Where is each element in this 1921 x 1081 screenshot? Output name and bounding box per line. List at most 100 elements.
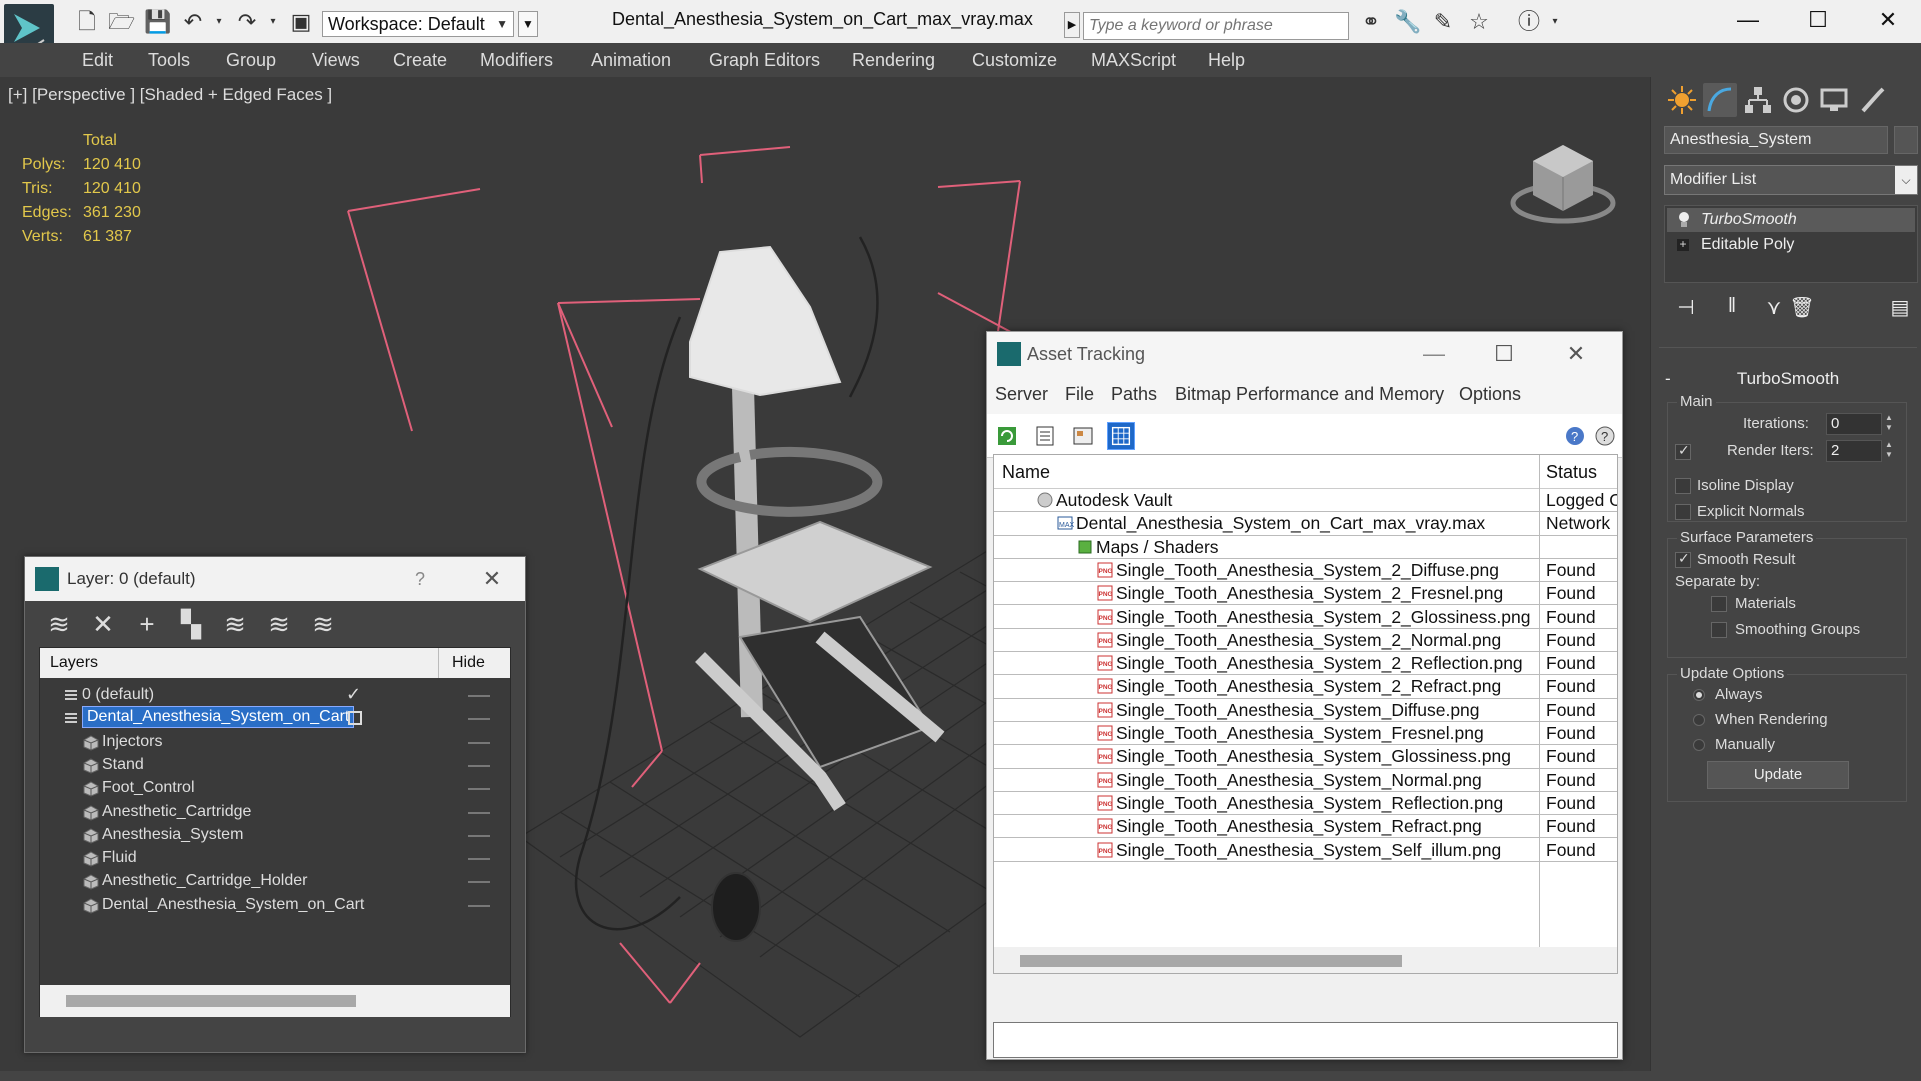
asset-row[interactable]: PNG Single_Tooth_Anesthesia_System_Fresne… bbox=[994, 722, 1617, 746]
menu-bitmap-performance[interactable]: Bitmap Performance and Memory bbox=[1175, 384, 1444, 405]
new-file-icon[interactable]: 🗋 bbox=[74, 10, 100, 34]
asset-row[interactable]: PNG Single_Tooth_Anesthesia_System_Reflec… bbox=[994, 792, 1617, 816]
help-icon[interactable]: ? bbox=[1561, 422, 1589, 450]
hide-toggle[interactable] bbox=[468, 858, 490, 861]
materials-checkbox[interactable] bbox=[1711, 596, 1727, 612]
viewport-label[interactable]: [+] [Perspective ] [Shaded + Edged Faces… bbox=[8, 85, 332, 105]
favorites-star-icon[interactable]: ☆ bbox=[1466, 10, 1492, 34]
menu-rendering[interactable]: Rendering bbox=[852, 50, 935, 71]
horizontal-scrollbar[interactable] bbox=[40, 985, 510, 1017]
hide-toggle[interactable] bbox=[468, 788, 490, 791]
hide-toggle[interactable] bbox=[468, 695, 490, 697]
menu-server[interactable]: Server bbox=[995, 384, 1048, 405]
spinner-arrows-icon[interactable]: ▲ ▼ bbox=[1883, 413, 1895, 435]
utilities-tab-icon[interactable] bbox=[1855, 83, 1889, 117]
viewcube-icon[interactable] bbox=[1508, 125, 1618, 225]
layer-dialog-title-bar[interactable]: Layer: 0 (default) ? ✕ bbox=[25, 557, 525, 601]
create-layer-icon[interactable]: ≋ bbox=[45, 609, 73, 639]
horizontal-scrollbar[interactable] bbox=[994, 947, 1617, 973]
menu-tools[interactable]: Tools bbox=[148, 50, 190, 71]
hide-toggle[interactable] bbox=[468, 741, 490, 744]
hide-toggle[interactable] bbox=[468, 834, 490, 837]
explicit-normals-checkbox[interactable] bbox=[1675, 504, 1691, 520]
when-rendering-radio[interactable] bbox=[1693, 714, 1705, 726]
display-tab-icon[interactable] bbox=[1817, 83, 1851, 117]
asset-row[interactable]: PNG Single_Tooth_Anesthesia_System_Refrac… bbox=[994, 815, 1617, 839]
menu-customize[interactable]: Customize bbox=[972, 50, 1057, 71]
layer-row[interactable]: Dental_Anesthesia_System_on_Cart bbox=[40, 892, 510, 920]
hide-toggle[interactable] bbox=[468, 764, 490, 767]
help-dropdown-icon[interactable]: ▾ bbox=[1542, 10, 1568, 34]
col-layers[interactable]: Layers bbox=[50, 654, 98, 672]
minimize-button[interactable]: — bbox=[1419, 332, 1449, 376]
render-iters-spinner[interactable]: 2 bbox=[1826, 440, 1882, 462]
col-name[interactable]: Name bbox=[1002, 462, 1050, 483]
asset-row[interactable]: PNG Single_Tooth_Anesthesia_System_2_Fres… bbox=[994, 582, 1617, 606]
configure-modifier-sets-icon[interactable]: ▤ bbox=[1886, 295, 1914, 323]
key-tools-icon[interactable]: 🔧 bbox=[1394, 10, 1421, 34]
menu-maxscript[interactable]: MAXScript bbox=[1091, 50, 1176, 71]
iterations-spinner[interactable]: 0 bbox=[1826, 413, 1882, 435]
refresh-icon[interactable] bbox=[993, 422, 1021, 450]
search-expand-button[interactable]: ▶ bbox=[1064, 12, 1080, 38]
motion-tab-icon[interactable] bbox=[1779, 83, 1813, 117]
asset-row[interactable]: MAX Dental_Anesthesia_System_on_Cart_max_… bbox=[994, 512, 1617, 536]
table-view-icon[interactable] bbox=[1107, 422, 1135, 450]
maximize-button[interactable]: ☐ bbox=[1800, 5, 1836, 35]
modifier-list-dropdown[interactable]: Modifier List ⌵ bbox=[1664, 165, 1918, 195]
object-name-field[interactable]: Anesthesia_System bbox=[1664, 126, 1888, 154]
menu-graph-editors[interactable]: Graph Editors bbox=[709, 50, 820, 71]
undo-icon[interactable]: ↶ bbox=[180, 10, 206, 34]
asset-row[interactable]: PNG Single_Tooth_Anesthesia_System_Self_i… bbox=[994, 839, 1617, 862]
workspace-dropdown[interactable]: Workspace: Default ▼ bbox=[322, 11, 514, 37]
remove-modifier-icon[interactable]: 🗑 bbox=[1788, 295, 1816, 323]
scrollbar-thumb[interactable] bbox=[66, 995, 356, 1007]
save-icon[interactable]: 💾 bbox=[144, 10, 171, 34]
redo-dropdown-icon[interactable]: ▾ bbox=[260, 10, 286, 34]
asset-row[interactable]: PNG Single_Tooth_Anesthesia_System_2_Glos… bbox=[994, 606, 1617, 629]
asset-dialog-title-bar[interactable]: Asset Tracking — ☐ ✕ bbox=[987, 332, 1622, 376]
col-hide[interactable]: Hide bbox=[452, 654, 485, 672]
menu-file[interactable]: File bbox=[1065, 384, 1094, 405]
freeze-all-layers-icon[interactable]: ≋ bbox=[309, 609, 337, 639]
menu-options[interactable]: Options bbox=[1459, 384, 1521, 405]
asset-row[interactable]: PNG Single_Tooth_Anesthesia_System_2_Diff… bbox=[994, 559, 1617, 583]
turbosmooth-rollout-header[interactable]: - TurboSmooth bbox=[1659, 365, 1917, 393]
asset-row[interactable]: Autodesk Vault Logged O bbox=[994, 489, 1617, 513]
maximize-button[interactable]: ☐ bbox=[1489, 332, 1519, 376]
col-status[interactable]: Status bbox=[1546, 462, 1597, 483]
add-to-layer-icon[interactable]: + bbox=[133, 609, 161, 639]
minimize-button[interactable]: — bbox=[1730, 5, 1766, 35]
hide-toggle[interactable] bbox=[468, 881, 490, 884]
delete-layer-icon[interactable]: ✕ bbox=[89, 609, 117, 639]
hide-toggle[interactable] bbox=[468, 811, 490, 814]
menu-edit[interactable]: Edit bbox=[82, 50, 113, 71]
redo-icon[interactable]: ↷ bbox=[234, 10, 260, 34]
close-button[interactable]: ✕ bbox=[1561, 332, 1591, 376]
asset-row[interactable]: PNG Single_Tooth_Anesthesia_System_2_Refl… bbox=[994, 652, 1617, 676]
asset-row[interactable]: Maps / Shaders bbox=[994, 536, 1617, 559]
menu-animation[interactable]: Animation bbox=[591, 50, 671, 71]
render-iters-checkbox[interactable] bbox=[1675, 442, 1691, 460]
column-divider[interactable] bbox=[438, 648, 439, 678]
asset-row[interactable]: PNG Single_Tooth_Anesthesia_System_2_Norm… bbox=[994, 629, 1617, 653]
modify-tab-icon[interactable] bbox=[1703, 83, 1737, 117]
undo-dropdown-icon[interactable]: ▾ bbox=[206, 10, 232, 34]
project-folder-icon[interactable]: ▣ bbox=[288, 10, 314, 34]
workspace-menu-button[interactable]: ▼ bbox=[518, 11, 538, 37]
smoothing-groups-checkbox[interactable] bbox=[1711, 622, 1727, 638]
asset-row[interactable]: PNG Single_Tooth_Anesthesia_System_2_Refr… bbox=[994, 675, 1617, 699]
lightbulb-icon[interactable] bbox=[1677, 211, 1691, 229]
pin-stack-icon[interactable]: ⊣ bbox=[1672, 295, 1700, 323]
always-radio[interactable] bbox=[1693, 689, 1705, 701]
asset-row[interactable]: PNG Single_Tooth_Anesthesia_System_Diffus… bbox=[994, 699, 1617, 722]
hierarchy-tab-icon[interactable] bbox=[1741, 83, 1775, 117]
update-button[interactable]: Update bbox=[1707, 761, 1849, 789]
menu-help[interactable]: Help bbox=[1208, 50, 1245, 71]
hide-toggle[interactable] bbox=[468, 904, 490, 907]
spinner-arrows-icon[interactable]: ▲ ▼ bbox=[1883, 440, 1895, 462]
hide-all-layers-icon[interactable]: ≋ bbox=[265, 609, 293, 639]
stack-item-editable-poly[interactable]: + Editable Poly bbox=[1667, 233, 1915, 257]
menu-paths[interactable]: Paths bbox=[1111, 384, 1157, 405]
thumbnail-view-icon[interactable] bbox=[1069, 422, 1097, 450]
